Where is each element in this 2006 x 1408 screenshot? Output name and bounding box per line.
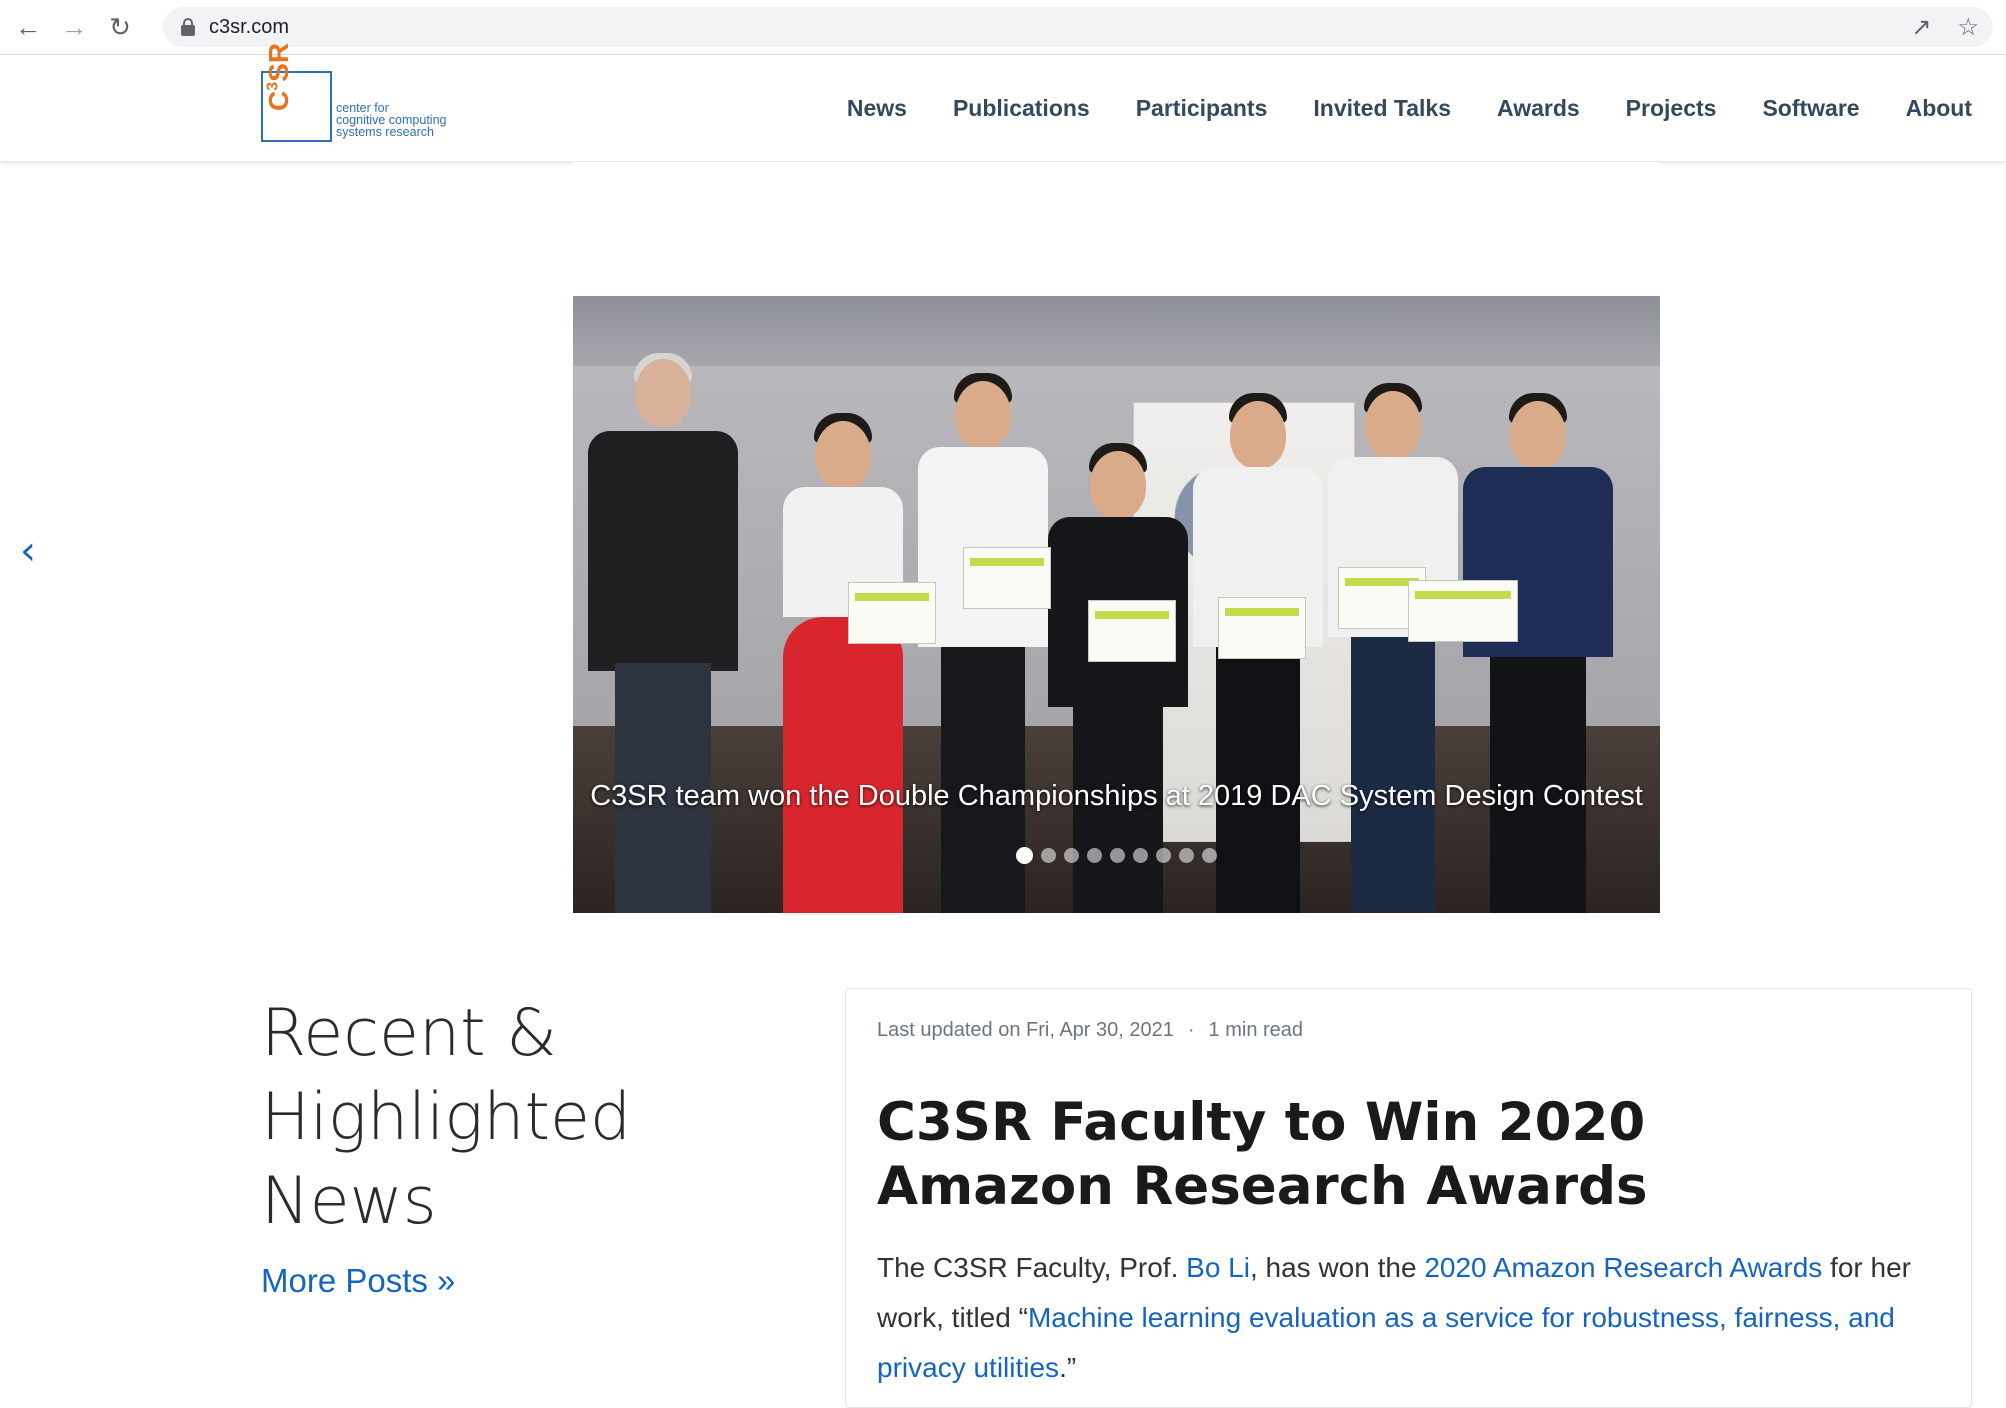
arrow-right-icon[interactable]: → [56,9,92,45]
logo-mark-box: C3SR [261,43,332,142]
post-text: The C3SR Faculty, Prof. [877,1252,1187,1283]
nav-awards[interactable]: Awards [1497,95,1580,122]
meta-separator: · [1187,1019,1195,1041]
share-icon[interactable]: ↗ [1911,13,1931,42]
carousel-indicator-dot[interactable] [1156,848,1171,863]
address-bar[interactable]: c3sr.com ↗ ☆ [163,7,1993,47]
url-text[interactable]: c3sr.com [209,16,289,39]
nav-news[interactable]: News [847,95,907,122]
lock-icon[interactable] [181,18,195,36]
browser-toolbar: ← → ↻ c3sr.com ↗ ☆ [0,0,2006,55]
carousel-caption: C3SR team won the Double Championships a… [590,780,1643,812]
carousel-indicator-dot[interactable] [1064,848,1079,863]
carousel-indicator-dot[interactable] [1202,848,1217,863]
arrow-left-icon[interactable]: ← [10,9,46,45]
post-summary: The C3SR Faculty, Prof. Bo Li, has won t… [877,1243,1937,1393]
carousel-slide-photo[interactable]: C3SR team won the Double Championships a… [573,162,1660,913]
news-post-card: Last updated on Fri, Apr 30, 2021 · 1 min … [845,988,1972,1408]
carousel-indicator-dot[interactable] [1087,848,1102,863]
logo-line: systems research [336,125,434,139]
carousel-indicator-dot[interactable] [1133,848,1148,863]
hero-carousel: C3SR team won the Double Championships a… [573,162,1660,913]
site-logo[interactable]: C3SR center for cognitive computing syst… [261,43,446,142]
nav-participants[interactable]: Participants [1136,95,1268,122]
nav-projects[interactable]: Projects [1626,95,1717,122]
post-meta: Last updated on Fri, Apr 30, 2021 · 1 min … [877,1019,1303,1042]
carousel-indicator-dot[interactable] [1041,848,1056,863]
link-bo-li[interactable]: Bo Li [1186,1252,1250,1283]
carousel-prev-button[interactable]: ‹ [20,528,36,574]
logo-text: center for cognitive computing systems r… [336,102,446,142]
section-heading: Recent & Highlighted News [261,996,632,1239]
post-text: .” [1059,1352,1077,1383]
star-icon[interactable]: ☆ [1957,13,1979,42]
nav-about[interactable]: About [1906,95,1972,122]
carousel-indicator-dot[interactable] [1179,848,1194,863]
carousel-indicators [573,847,1660,864]
post-title[interactable]: C3SR Faculty to Win 2020 Amazon Research… [877,1091,1897,1219]
link-work-title[interactable]: Machine learning evaluation as a service… [877,1302,1895,1383]
site-header: C3SR center for cognitive computing syst… [0,43,2006,161]
carousel-indicator-dot[interactable] [1016,847,1033,864]
read-time: 1 min read [1208,1019,1304,1041]
more-posts-link[interactable]: More Posts » [261,1262,455,1300]
main-nav: News Publications Participants Invited T… [847,56,1972,161]
last-updated: Last updated on Fri, Apr 30, 2021 [877,1019,1174,1041]
nav-publications[interactable]: Publications [953,95,1090,122]
logo-mark: C3SR [263,42,294,111]
post-text: , has won the [1249,1252,1425,1283]
carousel-indicator-dot[interactable] [1110,848,1125,863]
reload-icon[interactable]: ↻ [102,9,138,45]
link-amazon-research-awards[interactable]: 2020 Amazon Research Awards [1424,1252,1822,1283]
nav-software[interactable]: Software [1762,95,1859,122]
nav-invited-talks[interactable]: Invited Talks [1313,95,1451,122]
